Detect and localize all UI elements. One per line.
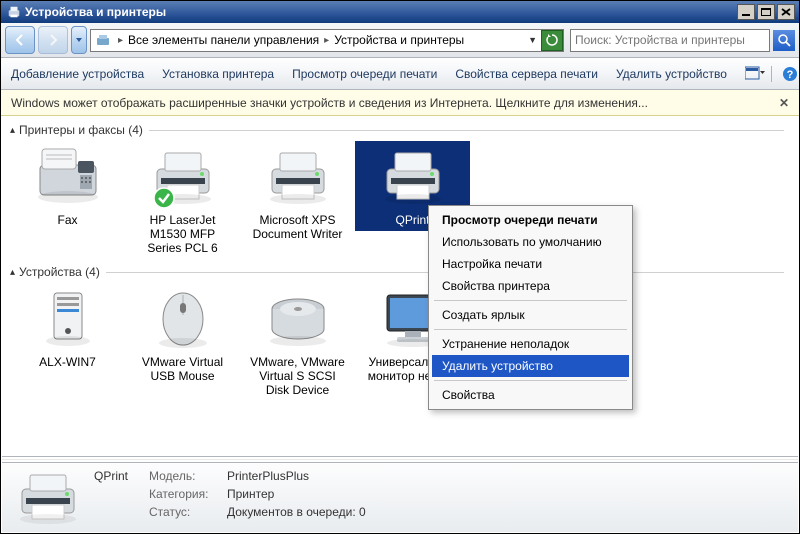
- fax-icon: [32, 145, 104, 209]
- content-pane: ▴ Принтеры и факсы (4) Fax: [2, 117, 798, 455]
- printer-icon: [147, 145, 219, 209]
- printers-list: Fax HP LaserJet M1530 MFP Series PCL 6: [2, 141, 798, 259]
- device-hp-laserjet[interactable]: HP LaserJet M1530 MFP Series PCL 6: [125, 141, 240, 259]
- details-pane: QPrint Модель: PrinterPlusPlus Категория…: [2, 462, 798, 532]
- details-status-label: Статус:: [149, 505, 221, 519]
- refresh-button[interactable]: [541, 30, 563, 51]
- search-button[interactable]: [773, 30, 795, 51]
- details-status-value: Документов в очереди: 0: [227, 505, 366, 519]
- devices-list: ALX-WIN7 VMware Virtual USB Mouse: [2, 283, 798, 401]
- device-computer[interactable]: ALX-WIN7: [10, 283, 125, 373]
- device-label: ALX-WIN7: [39, 355, 96, 369]
- title-bar: Устройства и принтеры: [1, 1, 799, 23]
- menu-separator: [434, 300, 627, 301]
- add-device-menu[interactable]: Добавление устройства: [11, 67, 144, 81]
- section-label: Принтеры и факсы (4): [19, 123, 143, 137]
- hard-disk-icon: [262, 287, 334, 351]
- details-printer-icon: [12, 469, 84, 527]
- window-title: Устройства и принтеры: [25, 5, 737, 19]
- nav-forward-button[interactable]: [38, 26, 68, 54]
- maximize-button[interactable]: [757, 4, 775, 20]
- context-properties[interactable]: Свойства: [432, 384, 629, 406]
- section-divider: [149, 130, 784, 131]
- address-bar[interactable]: ▸ Все элементы панели управления ▸ Устро…: [90, 29, 564, 52]
- printer-icon: [262, 145, 334, 209]
- device-label: VMware Virtual USB Mouse: [133, 355, 233, 383]
- collapse-icon: ▴: [10, 125, 15, 136]
- section-label: Устройства (4): [19, 265, 100, 279]
- device-label: Microsoft XPS Document Writer: [248, 213, 348, 241]
- nav-history-dropdown[interactable]: [71, 26, 87, 54]
- breadcrumb-1[interactable]: Все элементы панели управления: [126, 33, 321, 47]
- details-model-value: PrinterPlusPlus: [227, 469, 309, 483]
- mouse-icon: [147, 287, 219, 351]
- device-label: Fax: [57, 213, 77, 227]
- window-buttons: [737, 4, 795, 20]
- computer-icon: [32, 287, 104, 351]
- app-icon: [7, 5, 21, 19]
- printers-section-header[interactable]: ▴ Принтеры и факсы (4): [2, 117, 798, 141]
- collapse-icon: ▴: [10, 267, 15, 278]
- context-open-queue[interactable]: Просмотр очереди печати: [432, 209, 629, 231]
- close-banner-icon[interactable]: ✕: [779, 96, 789, 110]
- default-check-icon: [153, 187, 175, 209]
- toolbar: Добавление устройства Установка принтера…: [1, 58, 799, 90]
- delete-device-menu[interactable]: Удалить устройство: [616, 67, 727, 81]
- close-button[interactable]: [777, 4, 795, 20]
- info-banner[interactable]: Windows может отображать расширенные зна…: [1, 90, 799, 116]
- device-xps-writer[interactable]: Microsoft XPS Document Writer: [240, 141, 355, 245]
- device-label: HP LaserJet M1530 MFP Series PCL 6: [133, 213, 233, 255]
- menu-separator: [434, 329, 627, 330]
- breadcrumb-2[interactable]: Устройства и принтеры: [332, 33, 466, 47]
- context-troubleshoot[interactable]: Устранение неполадок: [432, 333, 629, 355]
- server-properties-menu[interactable]: Свойства сервера печати: [455, 67, 598, 81]
- menu-separator: [434, 380, 627, 381]
- device-label: QPrint: [395, 213, 429, 227]
- view-queue-menu[interactable]: Просмотр очереди печати: [292, 67, 437, 81]
- chevron-right-icon: ▸: [115, 35, 126, 46]
- help-icon[interactable]: ?: [782, 66, 798, 82]
- view-options-icon[interactable]: [745, 66, 761, 82]
- printer-icon: [377, 145, 449, 209]
- context-menu: Просмотр очереди печати Использовать по …: [428, 205, 633, 410]
- details-category-value: Принтер: [227, 487, 274, 501]
- search-box[interactable]: [570, 29, 770, 52]
- toolbar-separator: [771, 66, 772, 82]
- nav-back-button[interactable]: [5, 26, 35, 54]
- details-model-label: Модель:: [149, 469, 221, 483]
- context-create-shortcut[interactable]: Создать ярлык: [432, 304, 629, 326]
- context-printer-props[interactable]: Свойства принтера: [432, 275, 629, 297]
- add-printer-menu[interactable]: Установка принтера: [162, 67, 274, 81]
- details-device-name: QPrint: [94, 469, 141, 483]
- context-delete-device[interactable]: Удалить устройство: [432, 355, 629, 377]
- folder-icon: [95, 32, 111, 48]
- device-mouse[interactable]: VMware Virtual USB Mouse: [125, 283, 240, 387]
- device-fax[interactable]: Fax: [10, 141, 125, 231]
- info-text: Windows может отображать расширенные зна…: [11, 96, 779, 110]
- navigation-bar: ▸ Все элементы панели управления ▸ Устро…: [1, 23, 799, 58]
- chevron-right-icon: ▸: [321, 35, 332, 46]
- device-label: VMware, VMware Virtual S SCSI Disk Devic…: [248, 355, 348, 397]
- context-print-setup[interactable]: Настройка печати: [432, 253, 629, 275]
- divider: [2, 456, 798, 457]
- details-category-label: Категория:: [149, 487, 221, 501]
- device-disk[interactable]: VMware, VMware Virtual S SCSI Disk Devic…: [240, 283, 355, 401]
- address-dropdown-icon[interactable]: ▼: [525, 35, 541, 45]
- minimize-button[interactable]: [737, 4, 755, 20]
- svg-text:?: ?: [787, 69, 794, 81]
- devices-section-header[interactable]: ▴ Устройства (4): [2, 259, 798, 283]
- divider: [2, 459, 798, 460]
- search-input[interactable]: [571, 30, 769, 51]
- context-set-default[interactable]: Использовать по умолчанию: [432, 231, 629, 253]
